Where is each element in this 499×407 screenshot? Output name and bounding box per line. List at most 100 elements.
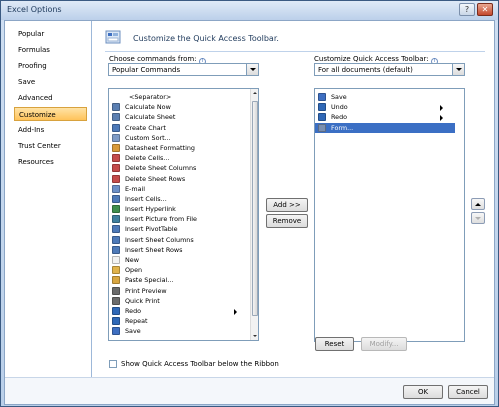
nav-item-trust-center[interactable]: Trust Center [14,139,87,153]
help-button[interactable]: ? [459,3,475,16]
paste-special-icon [112,276,120,285]
move-down-button[interactable] [471,212,485,224]
list-item-label: Print Preview [125,286,167,295]
list-item-label: New [125,256,139,264]
list-item-label: Insert PivotTable [125,225,178,234]
form-icon [318,123,326,132]
open-icon [112,266,120,275]
toolbar-items-list[interactable]: Save Undo Redo Form... [314,88,465,342]
list-item[interactable]: Datasheet Formatting [109,143,249,153]
pivot-icon [112,225,120,234]
list-item[interactable]: Insert Hyperlink [109,204,249,214]
list-item[interactable]: Insert Sheet Columns [109,235,249,245]
scroll-up-icon[interactable] [251,89,258,97]
redo-icon [112,306,120,315]
list-item[interactable]: Print Preview [109,286,249,296]
list-item[interactable]: Delete Sheet Rows [109,174,249,184]
list-item[interactable]: Redo [315,112,455,122]
picture-icon [112,215,120,224]
list-item[interactable]: Undo [315,102,455,112]
list-item-label: Create Chart [125,123,166,132]
list-item-label: Custom Sort... [125,133,171,142]
list-item[interactable]: Quick Print [109,296,249,306]
ok-button[interactable]: OK [403,385,443,399]
nav-item-proofing[interactable]: Proofing [14,59,87,73]
list-item[interactable]: E-mail [109,184,249,194]
customize-toolbar-icon [105,30,121,44]
nav-item-customize[interactable]: Customize [14,107,87,121]
list-item[interactable]: Insert Sheet Rows [109,245,249,255]
list-item-label: Quick Print [125,296,160,305]
list-item-label: Calculate Now [125,103,171,112]
heading-divider [105,51,485,52]
list-item-label: Form... [331,123,354,132]
list-item[interactable]: Redo [109,306,249,316]
list-item[interactable]: Calculate Now [109,102,249,112]
list-item[interactable]: Form... [315,122,455,133]
list-item-label: Delete Sheet Columns [125,164,197,173]
commands-scrollbar[interactable] [250,89,258,340]
choose-commands-text: Choose commands from: [109,55,197,63]
list-item[interactable]: Save [109,326,249,336]
reset-button[interactable]: Reset [315,337,354,351]
list-item-label: E-mail [125,184,146,193]
choose-commands-value: Popular Commands [112,66,181,74]
delete-cells-icon [112,154,120,163]
commands-list[interactable]: <Separator> Calculate Now Calculate Sheet C… [108,88,259,341]
undo-icon [318,103,326,112]
show-below-ribbon-checkbox[interactable] [109,360,117,368]
dialog-client: Popular Formulas Proofing Save Advanced Custo… [4,20,495,405]
add-button[interactable]: Add >> [266,198,308,212]
chart-icon [112,123,120,132]
list-item[interactable]: Delete Sheet Columns [109,163,249,173]
list-item[interactable]: Repeat [109,316,249,326]
move-up-button[interactable] [471,198,485,210]
nav-item-save[interactable]: Save [14,75,87,89]
list-item[interactable]: Create Chart [109,123,249,133]
calculate-sheet-icon [112,113,120,122]
repeat-icon [112,317,120,326]
insert-cells-icon [112,194,120,203]
list-item[interactable]: Open [109,265,249,275]
scroll-thumb[interactable] [252,101,258,316]
list-item[interactable]: Insert PivotTable [109,224,249,234]
nav-item-popular[interactable]: Popular [14,27,87,41]
nav-item-formulas[interactable]: Formulas [14,43,87,57]
nav-item-resources[interactable]: Resources [14,155,87,169]
list-item[interactable]: Custom Sort... [109,133,249,143]
chevron-down-icon[interactable] [452,64,464,75]
list-item[interactable]: New [109,255,249,265]
list-item[interactable]: Paste Special... [109,275,249,285]
nav-item-add-ins[interactable]: Add-Ins [14,123,87,137]
list-item-label: Insert Picture from File [125,215,197,224]
remove-button[interactable]: Remove [266,214,308,228]
list-item-label: Repeat [125,317,148,326]
chevron-down-icon[interactable] [246,64,258,75]
list-item[interactable]: Delete Cells... [109,153,249,163]
insert-columns-icon [112,235,120,244]
cancel-button[interactable]: Cancel [448,385,488,399]
modify-button[interactable]: Modify... [361,337,407,351]
list-item[interactable]: Insert Picture from File [109,214,249,224]
delete-columns-icon [112,164,120,173]
scroll-down-icon[interactable] [251,332,258,340]
nav-item-advanced[interactable]: Advanced [14,91,87,105]
close-button[interactable]: ✕ [477,3,493,16]
choose-commands-dropdown[interactable]: Popular Commands [108,63,259,76]
quick-print-icon [112,296,120,305]
panel-heading: Customize the Quick Access Toolbar. [133,34,279,43]
insert-rows-icon [112,245,120,254]
hyperlink-icon [112,205,120,214]
list-item[interactable]: Insert Cells... [109,194,249,204]
list-item[interactable]: Calculate Sheet [109,112,249,122]
list-item-label: Open [125,266,143,275]
save-icon [318,93,326,101]
sort-icon [112,133,120,142]
title-bar: Excel Options ? ✕ [1,1,498,20]
list-item[interactable]: Save [315,92,455,102]
customize-toolbar-dropdown[interactable]: For all documents (default) [314,63,465,76]
list-item-label: Datasheet Formatting [125,143,195,152]
list-item[interactable]: <Separator> [109,92,249,102]
list-item-label: Insert Hyperlink [125,205,176,214]
submenu-arrow-icon [440,115,443,122]
